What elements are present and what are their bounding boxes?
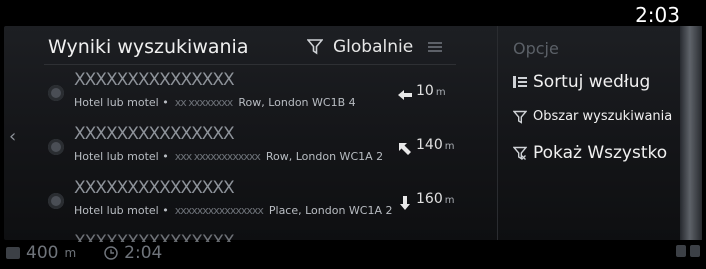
status-clock: 2:03 — [635, 3, 680, 27]
list-item[interactable]: XXXXXXXXXXXXXXX Hotel lub motel • xxxxxxx… — [44, 174, 464, 228]
distance-icon — [6, 247, 20, 259]
sort-by-option[interactable]: Sortuj według — [513, 72, 650, 92]
chevron-left-icon[interactable]: ‹ — [9, 126, 16, 147]
footer-status: 400 m 2:04 — [6, 243, 162, 263]
scope-filter[interactable]: Globalnie — [307, 37, 443, 57]
arrow-left-icon — [398, 90, 412, 100]
arrival-time: 2:04 — [124, 243, 163, 263]
remaining-distance: 400 — [26, 243, 59, 263]
result-name: XXXXXXXXXXXXXXX — [74, 124, 235, 144]
bottom-right-icons — [676, 245, 700, 257]
list-item[interactable]: XXXXXXXXXXXXXXX — [44, 228, 464, 242]
poi-icon — [48, 193, 64, 209]
result-distance: 140 m — [416, 137, 455, 153]
sort-icon — [513, 76, 527, 88]
filter-icon — [513, 110, 527, 124]
options-title: Opcje — [513, 39, 559, 58]
result-name: XXXXXXXXXXXXXXX — [74, 70, 235, 90]
sort-by-label: Sortuj według — [533, 72, 651, 92]
remaining-distance-unit: m — [64, 246, 77, 260]
search-area-option[interactable]: Obszar wyszukiwania — [513, 109, 672, 124]
result-subtitle: Hotel lub motel • xx xxxxxxxx Row, London … — [74, 96, 356, 109]
result-subtitle: Hotel lub motel • xxx xxxxxxxxxxxx Row, Lo… — [74, 150, 384, 163]
filter-clear-icon — [513, 146, 527, 160]
filter-icon — [307, 39, 323, 55]
poi-icon — [48, 85, 64, 101]
result-name: XXXXXXXXXXXXXXX — [74, 178, 235, 198]
clock-icon — [104, 246, 118, 260]
list-item[interactable]: XXXXXXXXXXXXXXX Hotel lub motel • xxx xxx… — [44, 120, 464, 174]
arrow-up-left-icon — [399, 143, 411, 155]
list-icon[interactable] — [427, 40, 443, 54]
map-edge-strip — [680, 26, 702, 240]
result-subtitle: Hotel lub motel • xxxxxxxxxxxxxxxx Place, … — [74, 204, 393, 217]
signal-icon — [690, 245, 700, 257]
results-list: XXXXXXXXXXXXXXX Hotel lub motel • xx xxxx… — [44, 66, 464, 242]
message-icon — [676, 245, 686, 257]
result-name: XXXXXXXXXXXXXXX — [74, 232, 235, 242]
show-all-option[interactable]: Pokaż Wszystko — [513, 143, 667, 163]
header-divider — [44, 64, 456, 65]
poi-icon — [48, 139, 64, 155]
options-divider — [497, 26, 498, 240]
result-distance: 160 m — [416, 191, 455, 207]
list-item[interactable]: XXXXXXXXXXXXXXX Hotel lub motel • xx xxxx… — [44, 66, 464, 120]
show-all-label: Pokaż Wszystko — [533, 143, 668, 163]
scope-filter-label: Globalnie — [333, 37, 414, 57]
arrow-down-icon — [400, 196, 410, 210]
page-title: Wyniki wyszukiwania — [48, 36, 249, 58]
result-distance: 10 m — [416, 83, 446, 99]
search-area-label: Obszar wyszukiwania — [533, 109, 673, 124]
